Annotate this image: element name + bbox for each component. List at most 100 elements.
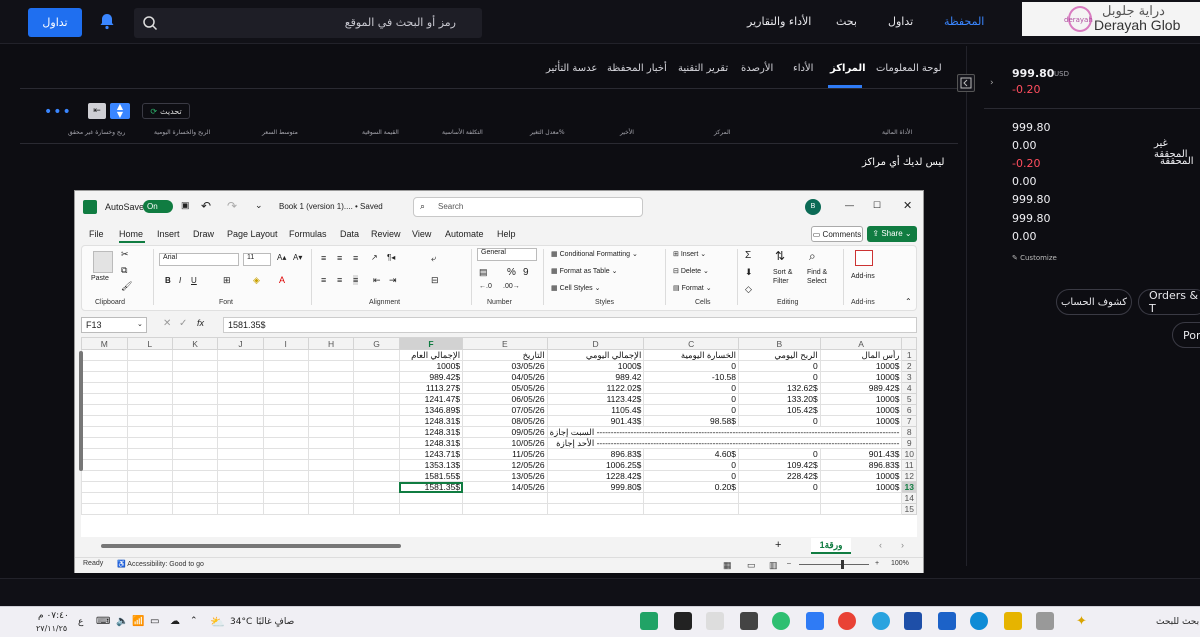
row-header[interactable]: 6	[901, 404, 917, 416]
cell-J1[interactable]	[217, 349, 264, 361]
cell-H2[interactable]	[307, 360, 355, 372]
sort-filter-button[interactable]: Sort & Filter	[773, 268, 801, 286]
cell-D15[interactable]	[546, 503, 645, 515]
cell-H6[interactable]	[307, 404, 355, 416]
cell-E2[interactable]: 03/05/26	[462, 360, 548, 372]
share-button[interactable]: ⇪ Share ⌄	[867, 226, 917, 242]
cell-E8[interactable]: 09/05/26	[462, 426, 548, 438]
site-search-input[interactable]: رمز أو البحث في الموقع	[134, 8, 482, 38]
cell-A14[interactable]	[819, 492, 903, 504]
cell-K7[interactable]	[171, 415, 219, 427]
outdent-icon[interactable]: ⇥	[389, 275, 397, 286]
page-break-view-icon[interactable]: ▥	[769, 560, 778, 571]
cell-L5[interactable]	[126, 393, 173, 405]
merge-center-icon[interactable]: ⊟	[431, 275, 439, 286]
align-middle-icon[interactable]: ≡	[337, 253, 342, 263]
cell-D1[interactable]: الإجمالي اليومي	[546, 349, 645, 361]
nav-performance-reports[interactable]: الأداء والتقارير	[747, 15, 811, 28]
cell-M12[interactable]	[81, 470, 128, 482]
column-header[interactable]: A	[819, 337, 903, 350]
indent-icon[interactable]: ⇤	[373, 275, 381, 286]
cell-L14[interactable]	[126, 492, 173, 504]
cell-M14[interactable]	[81, 492, 128, 504]
cell-M5[interactable]	[81, 393, 128, 405]
select-all-corner[interactable]	[901, 337, 917, 350]
tab-positions[interactable]: المراكز	[830, 63, 866, 74]
cell-J4[interactable]	[217, 382, 264, 394]
cell[interactable]	[126, 437, 173, 449]
cell-E12[interactable]: 13/05/26	[462, 470, 548, 482]
workbook-title[interactable]: Book 1 (version 1).... • Saved	[279, 202, 383, 211]
cell-B3[interactable]: 0	[738, 371, 821, 383]
paste-icon[interactable]	[93, 251, 113, 273]
keyboard-icon[interactable]: ⌨	[96, 616, 110, 627]
menu-home[interactable]: Home	[119, 229, 143, 239]
column-header[interactable]: H	[307, 337, 355, 350]
cell-C7[interactable]: 98.58$	[643, 415, 740, 427]
cell-K15[interactable]	[171, 503, 219, 515]
cell-H7[interactable]	[307, 415, 355, 427]
row-header[interactable]: 13	[901, 481, 917, 493]
cell-C15[interactable]	[643, 503, 740, 515]
cell-F5[interactable]: 1241.47$	[398, 393, 464, 405]
zoom-slider-thumb[interactable]	[841, 560, 844, 569]
cell-F12[interactable]: 1581.55$	[398, 470, 464, 482]
cell-A6[interactable]: 1000$	[819, 404, 903, 416]
cell-E14[interactable]	[462, 492, 548, 504]
cell-A1[interactable]: رأس المال	[819, 349, 903, 361]
cell-L3[interactable]	[126, 371, 173, 383]
page-layout-view-icon[interactable]: ▭	[747, 560, 756, 571]
cell-E1[interactable]: التاريخ	[462, 349, 548, 361]
tab-impact-lens[interactable]: عدسة التأثير	[546, 63, 597, 74]
nav-research[interactable]: بحث	[836, 15, 857, 28]
excel-search-input[interactable]: ⌕ Search	[413, 197, 643, 217]
cell-B6[interactable]: 105.42$	[738, 404, 821, 416]
more-options-button[interactable]: •••	[44, 104, 72, 120]
column-header[interactable]: E	[462, 337, 548, 350]
tab-tech-report[interactable]: تقرير التقنية	[678, 63, 728, 74]
telegram-icon[interactable]	[872, 612, 890, 630]
cell-E3[interactable]: 04/05/26	[462, 371, 548, 383]
tab-balances[interactable]: الأرصدة	[741, 63, 773, 74]
close-icon[interactable]: ✕	[903, 199, 912, 212]
orders-button[interactable]: Orders & T	[1138, 289, 1200, 315]
italic-icon[interactable]: I	[179, 276, 181, 285]
addins-button[interactable]: Add-ins	[851, 273, 875, 280]
cell-I12[interactable]	[262, 470, 309, 482]
cell-F6[interactable]: 1346.89$	[398, 404, 464, 416]
delete-cells-button[interactable]: ⊟ Delete ⌄	[673, 267, 709, 275]
cell-J10[interactable]	[217, 448, 264, 460]
cell-D13[interactable]: 999.80$	[546, 481, 645, 493]
cell-B12[interactable]: 228.42$	[738, 470, 821, 482]
cell-B2[interactable]: 0	[738, 360, 821, 372]
cell-E13[interactable]: 14/05/26	[462, 481, 548, 493]
column-header[interactable]: I	[262, 337, 309, 350]
cell-F1[interactable]: الإجمالي العام	[398, 349, 464, 361]
cell-H14[interactable]	[307, 492, 355, 504]
cell-D2[interactable]: 1000$	[546, 360, 645, 372]
qat-more-icon[interactable]: ⌄	[255, 200, 263, 211]
cell-K12[interactable]	[171, 470, 219, 482]
cell-A10[interactable]: 901.43$	[819, 448, 903, 460]
cell-styles-button[interactable]: ▦ Cell Styles ⌄	[551, 284, 600, 292]
minimize-icon[interactable]: —	[845, 200, 854, 210]
cell-G6[interactable]	[353, 404, 400, 416]
cell[interactable]	[171, 437, 219, 449]
cell-I15[interactable]	[262, 503, 309, 515]
format-cells-button[interactable]: ▤ Format ⌄	[673, 284, 712, 292]
row-header[interactable]: 4	[901, 382, 917, 394]
cell-E10[interactable]: 11/05/26	[462, 448, 548, 460]
copy-icon[interactable]: ⧉	[121, 265, 127, 276]
column-header[interactable]: B	[738, 337, 821, 350]
col-cost-basis[interactable]: التكلفة الأساسية	[442, 129, 483, 136]
col-change-pct[interactable]: معدل التغير%	[530, 129, 565, 136]
align-bottom-icon[interactable]: ≡	[353, 253, 358, 263]
cell-C5[interactable]: 0	[643, 393, 740, 405]
col-market-value[interactable]: القيمة السوقية	[362, 129, 399, 136]
namebox-dropdown-icon[interactable]: ⌄	[137, 320, 143, 328]
clear-icon[interactable]: ◇	[745, 284, 752, 295]
cell-M2[interactable]	[81, 360, 128, 372]
borders-icon[interactable]: ⊞	[223, 275, 231, 286]
column-header[interactable]: G	[353, 337, 400, 350]
align-top-icon[interactable]: ≡	[321, 253, 326, 263]
